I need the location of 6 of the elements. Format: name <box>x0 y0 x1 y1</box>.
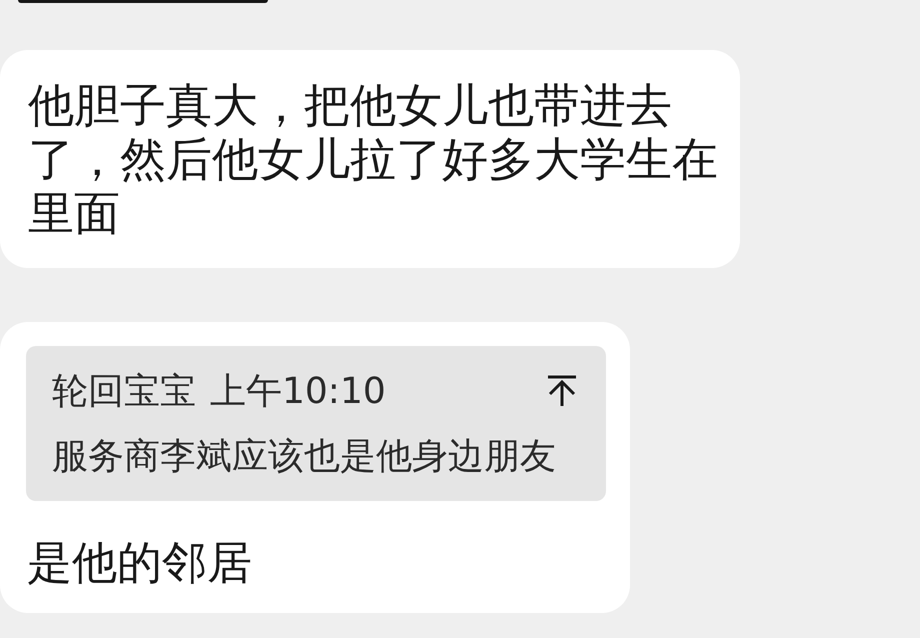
quote-time: 上午10:10 <box>210 370 386 414</box>
quote-text: 服务商李斌应该也是他身边朋友 <box>52 435 557 479</box>
message-text: 是他的邻居 <box>26 539 253 587</box>
quote-sender: 轮回宝宝 <box>52 370 196 414</box>
message-text: 他胆子真大，把他女儿也带进去了，然后他女儿拉了好多大学生在里面 <box>28 78 718 240</box>
quoted-message[interactable]: 轮回宝宝 上午10:10 服务商李斌应该也是他身边朋友 <box>26 346 606 501</box>
